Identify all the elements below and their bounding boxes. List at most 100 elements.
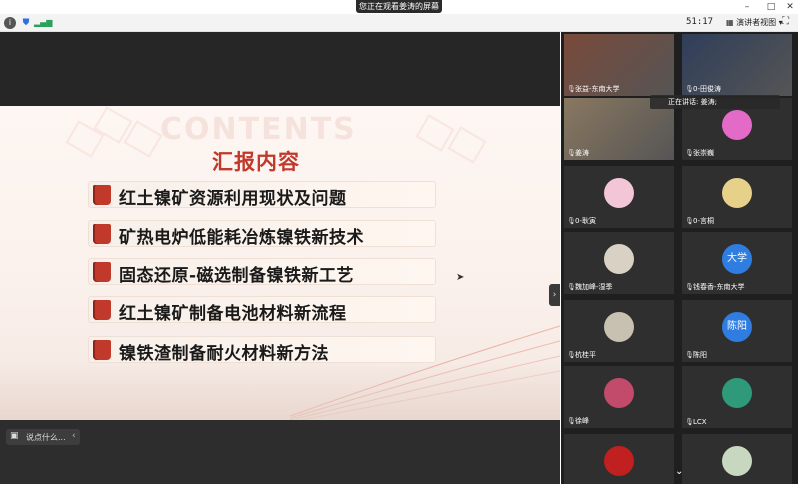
participant-name-label: 🎙0-耿寅 [567,216,596,226]
agenda-item: 红土镍矿资源利用现状及问题 [88,181,436,209]
bookmark-icon [93,262,111,282]
speaking-indicator: 正在讲话: 姜涛; [650,95,780,109]
avatar [722,378,752,408]
participant-name-label: 🎙钱春香-东南大学 [685,282,745,292]
participant-tile[interactable]: 大学 🎙钱春香-东南大学 [682,232,792,294]
window-titlebar: 您正在观看姜涛的屏幕 – □ ✕ [0,0,798,14]
participant-name-label: 🎙张崇巍 [685,148,714,158]
chat-bar: ▣ 说点什么... ‹ [0,420,560,484]
mouse-cursor-icon: ➤ [456,272,465,283]
avatar [722,110,752,140]
participant-name: 0-田俊涛 [693,85,721,93]
shield-icon[interactable]: ⛊ [20,17,32,29]
participant-name-label: 🎙陈阳 [685,350,707,360]
agenda-item-text: 红土镍矿资源利用现状及问题 [119,189,347,209]
slide-watermark: CONTENTS [160,112,357,147]
chevron-down-icon[interactable]: ⌄ [675,466,683,477]
participant-tile[interactable]: 🎙张益-东南大学 [564,34,674,96]
campus-background [0,362,560,422]
mic-icon: 🎙 [567,85,576,93]
participant-name-label: 🎙LCX [685,418,707,426]
agenda-item-text: 矿热电炉低能耗冶炼镍铁新技术 [119,228,364,248]
bookmark-icon [93,224,111,244]
avatar [722,446,752,476]
avatar-text: 大学 [727,253,747,264]
participant-name-label: 🎙张益-东南大学 [567,84,620,94]
bookmark-icon [93,300,111,320]
bookmark-icon [93,340,111,360]
presentation-slide: CONTENTS 汇报内容 红土镍矿资源利用现状及问题 矿热电炉低能耗冶炼镍铁新… [0,106,560,422]
signal-icon[interactable]: ▂▄▆ [34,17,52,29]
mic-icon: 🎙 [567,217,576,225]
avatar [604,178,634,208]
avatar [604,378,634,408]
mic-icon: 🎙 [685,149,694,157]
participant-name: 张崇巍 [693,149,714,157]
participant-tile[interactable] [682,434,792,484]
meeting-timer: 51:17 [686,17,714,27]
participant-name-label: 🎙0-田俊涛 [685,84,721,94]
participant-tile[interactable]: 陈阳 🎙陈阳 [682,300,792,362]
participant-tile[interactable]: 🎙LCX [682,366,792,428]
avatar [604,244,634,274]
participant-name-label: 🎙0-言桐 [685,216,714,226]
avatar-text: 陈阳 [727,321,747,332]
chat-input[interactable]: ▣ 说点什么... ‹ [6,429,80,445]
participant-tile[interactable]: 🎙魏加峰-湿季 [564,232,674,294]
participant-name: 0-耿寅 [575,217,596,225]
participant-name: 0-言桐 [693,217,714,225]
info-icon[interactable]: i [4,17,16,29]
hexagon-decoration [447,126,487,164]
avatar [722,178,752,208]
participant-name: 陈阳 [693,351,707,359]
mic-icon: 🎙 [685,217,694,225]
mic-icon: 🎙 [685,351,694,359]
chat-placeholder: 说点什么... [26,433,66,442]
mic-icon: 🎙 [567,351,576,359]
avatar: 陈阳 [722,312,752,342]
mic-icon: 🎙 [567,283,576,291]
meeting-toolbar: i ⛊ ▂▄▆ 51:17 ▦ 演讲者视图 ▾ ⛶ [0,14,798,32]
participant-tile[interactable]: 🎙0-田俊涛 [682,34,792,96]
participant-name: 钱春香-东南大学 [693,283,745,291]
chevron-left-icon[interactable]: ‹ [72,431,76,441]
mic-icon: 🎙 [685,85,694,93]
participant-name: LCX [693,418,707,426]
agenda-item-text: 固态还原-磁选制备镍铁新工艺 [119,266,355,286]
participant-name: 魏加峰-湿季 [575,283,613,291]
participant-name: 杭桂平 [575,351,596,359]
grid-icon: ▦ [726,18,734,27]
collapse-gallery-button[interactable]: › [549,284,560,306]
close-button[interactable]: ✕ [781,1,798,13]
participant-name-label: 🎙徐峰 [567,416,589,426]
minimize-button[interactable]: – [738,1,756,13]
avatar: 大学 [722,244,752,274]
participant-tile[interactable]: 🎙徐峰 [564,366,674,428]
chat-icon: ▣ [10,431,19,441]
agenda-item: 固态还原-磁选制备镍铁新工艺 [88,258,436,286]
participant-name: 姜涛 [575,149,589,157]
participant-name-label: 🎙姜涛 [567,148,589,158]
maximize-button[interactable]: □ [762,1,780,13]
bookmark-icon [93,185,111,205]
mic-icon: 🎙 [685,418,694,426]
participant-name: 徐峰 [575,417,589,425]
participant-name-label: 🎙魏加峰-湿季 [567,282,613,292]
participant-name-label: 🎙杭桂平 [567,350,596,360]
shared-screen-stage: CONTENTS 汇报内容 红土镍矿资源利用现状及问题 矿热电炉低能耗冶炼镍铁新… [0,32,560,452]
mic-icon: 🎙 [567,417,576,425]
participant-tile[interactable] [564,434,674,484]
view-mode-label: 演讲者视图 ▾ [736,18,783,27]
participant-name: 张益-东南大学 [575,85,620,93]
mic-icon: 🎙 [567,149,576,157]
slide-title: 汇报内容 [212,150,300,174]
participant-tile[interactable]: 🎙杭桂平 [564,300,674,362]
avatar [604,446,634,476]
view-mode-button[interactable]: ▦ 演讲者视图 ▾ [722,16,787,30]
participant-tile[interactable]: 🎙0-言桐 [682,166,792,228]
screen-share-banner: 您正在观看姜涛的屏幕 [356,0,442,13]
mic-icon: 🎙 [685,283,694,291]
agenda-item: 矿热电炉低能耗冶炼镍铁新技术 [88,220,436,248]
participant-tile[interactable]: 🎙0-耿寅 [564,166,674,228]
fullscreen-icon[interactable]: ⛶ [782,16,789,27]
